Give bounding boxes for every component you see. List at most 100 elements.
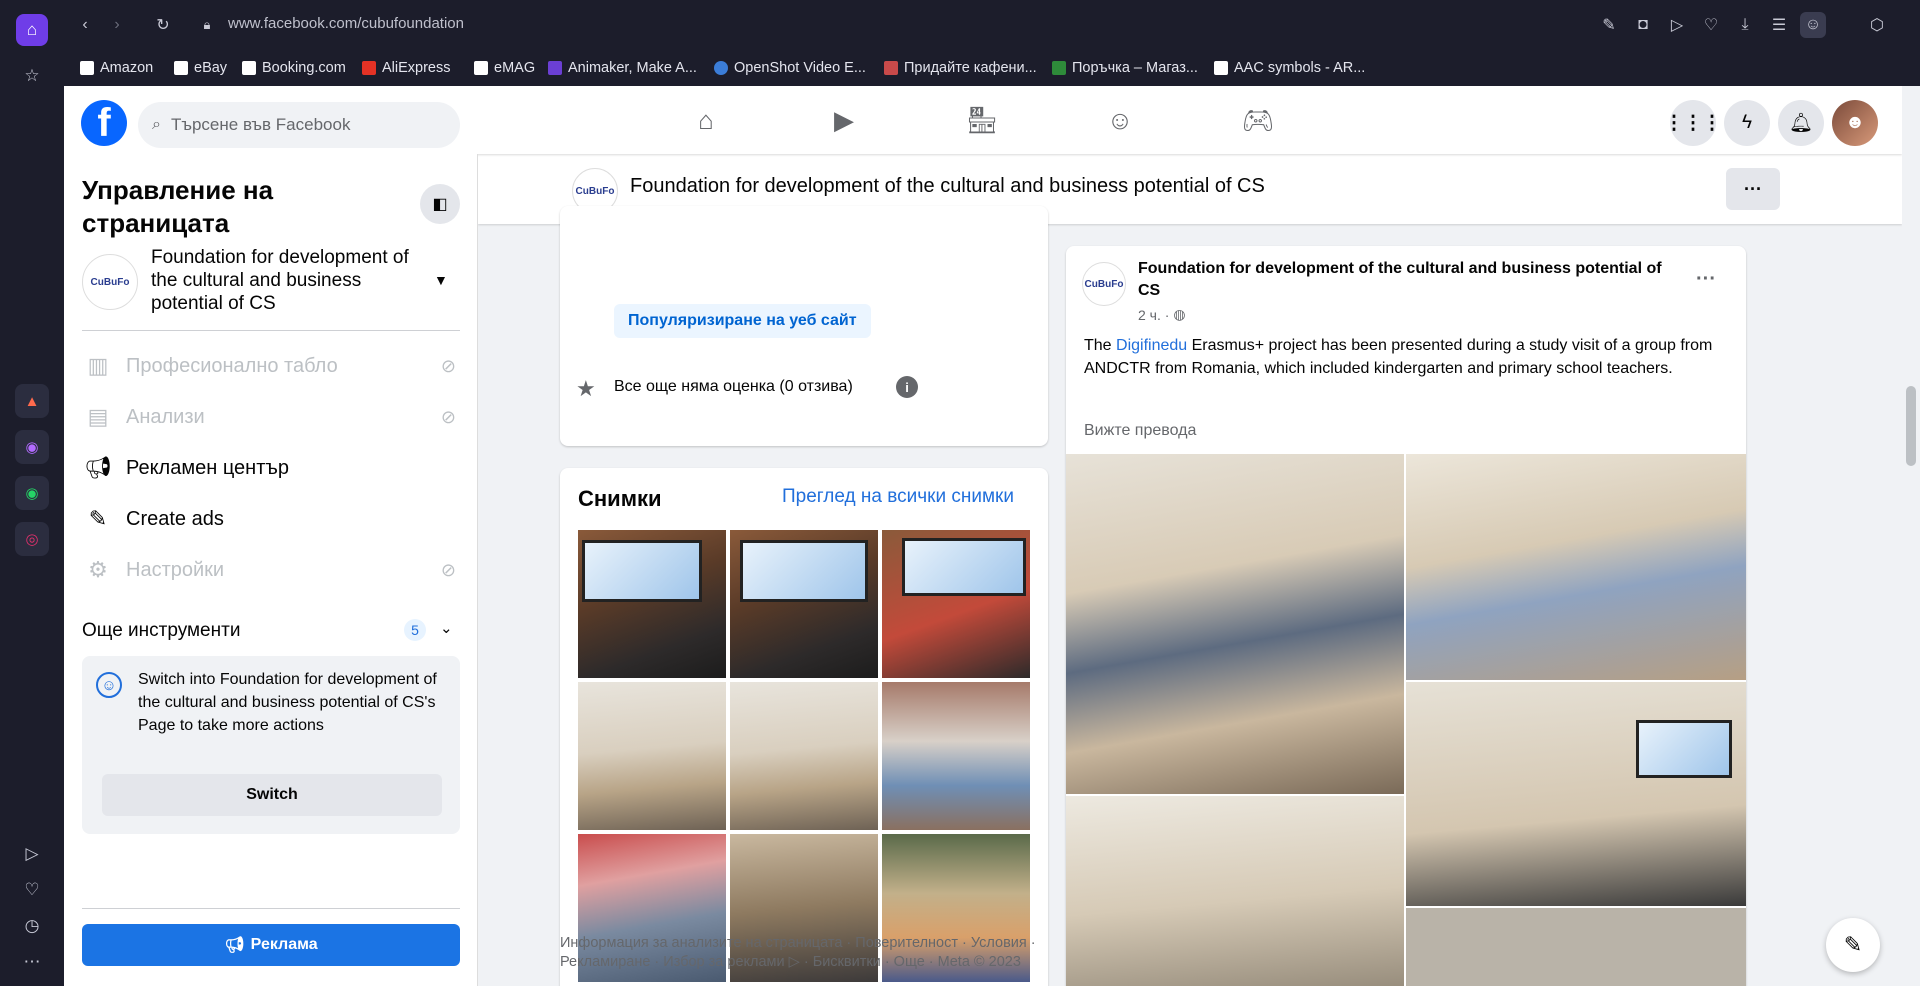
post-photo[interactable] [1406,908,1746,986]
notifications-bell-icon[interactable]: 🔔︎ [1778,100,1824,146]
download-icon[interactable]: ⤓ [1732,12,1758,38]
profile-avatar[interactable]: ☻ [1832,100,1878,146]
whatsapp-icon[interactable]: ◉ [15,476,49,510]
gear-icon: ⚙ [88,557,108,582]
create-ads-item[interactable]: ✎ Create ads [82,499,462,539]
history-icon[interactable]: ◷ [16,910,48,942]
search-icon: ⌕ [152,116,161,133]
collapse-panel-icon[interactable]: ◧ [420,184,460,224]
post-timestamp[interactable]: 2 ч. · ◍ [1138,306,1186,323]
new-message-button[interactable]: ✎ [1826,918,1880,972]
megaphone-icon: 📢︎ [224,937,245,954]
lock-icon[interactable]: 🔒︎ [194,12,220,38]
aria-icon[interactable]: ▲ [15,384,49,418]
photo-thumbnail[interactable] [882,530,1030,678]
video-nav-icon[interactable]: ▶ [816,98,872,142]
marketplace-nav-icon[interactable]: 🏪︎ [954,98,1010,142]
rating-text: Все още няма оценка (0 отзива) [614,378,853,395]
bookmark-item[interactable]: Придайте кафени... [884,58,1037,78]
more-tools-toggle[interactable]: Още инструменти 5 ⌄ [82,616,460,646]
facebook-page: CuBuFo Foundation for development of the… [64,86,1902,986]
facebook-logo-icon[interactable]: f [81,100,127,146]
settings-icon[interactable]: ☰ [1766,12,1792,38]
page-icon [1214,61,1228,75]
groups-nav-icon[interactable]: ☺ [1092,98,1148,142]
panel-title: Управление на страницата [82,175,274,238]
bookmark-item[interactable]: Поръчка – Магаз... [1052,58,1198,78]
messenger-icon[interactable]: ϟ [1724,100,1770,146]
heart-icon[interactable]: ♡ [16,874,48,906]
page-avatar[interactable]: CuBuFo [82,254,138,310]
page-name[interactable]: Foundation for development of the cultur… [151,246,421,315]
forward-icon[interactable]: › [104,12,130,38]
switch-profile-icon: ☺ [96,672,122,698]
bookmarks-bar: Amazon eBay Booking.com AliExpress eMAG … [64,50,1920,86]
bookmark-item[interactable]: AliExpress [362,58,451,78]
home-icon[interactable]: ⌂ [16,14,48,46]
promote-website-button[interactable]: Популяризиране на уеб сайт [614,304,871,338]
post-options-icon[interactable]: ··· [1696,268,1716,291]
page-icon [474,61,488,75]
post-photo[interactable] [1406,682,1746,906]
messenger-icon[interactable]: ◉ [15,430,49,464]
photo-thumbnail[interactable] [730,682,878,830]
disabled-icon: ⊘ [440,559,456,580]
photo-thumbnail[interactable] [578,682,726,830]
gaming-nav-icon[interactable]: 🎮︎ [1230,98,1286,142]
advertise-button[interactable]: 📢︎ Реклама [82,924,460,966]
bookmark-item[interactable]: Animaker, Make A... [548,58,697,78]
scrollbar[interactable] [1902,86,1920,986]
see-translation-link[interactable]: Вижте превода [1084,422,1196,440]
photo-thumbnail[interactable] [578,530,726,678]
camera-icon[interactable]: ◘ [1630,12,1656,38]
send-icon[interactable]: ▷ [1664,12,1690,38]
info-icon[interactable]: i [896,376,918,398]
profile-icon[interactable]: ☺ [1800,12,1826,38]
bookmark-item[interactable]: AAC symbols - AR... [1214,58,1365,78]
more-icon[interactable]: ⋯ [16,946,48,978]
bookmark-item[interactable]: eMAG [474,58,535,78]
photo-thumbnail[interactable] [882,682,1030,830]
bookmark-item[interactable]: eBay [174,58,227,78]
intro-card: Популяризиране на уеб сайт ★ Все още ням… [560,206,1048,446]
search-input[interactable]: ⌕ Търсене във Facebook [138,102,460,148]
address-bar: ‹ › ↻ 🔒︎ www.facebook.com/cubufoundation… [64,0,1920,50]
reload-icon[interactable]: ↻ [150,12,176,38]
bookmark-item[interactable]: OpenShot Video E... [714,58,866,78]
switch-button[interactable]: Switch [102,774,442,816]
insights-item[interactable]: ▤ Анализи ⊘ [82,397,462,437]
menu-grid-icon[interactable]: ⋮⋮⋮ [1665,100,1722,146]
heart-icon[interactable]: ♡ [1698,12,1724,38]
settings-item[interactable]: ⚙ Настройки ⊘ [82,550,462,590]
amazon-icon [80,61,94,75]
bookmark-item[interactable]: Booking.com [242,58,346,78]
player-icon[interactable]: ▷ [16,838,48,870]
footer-line[interactable]: Информация за анализите на страницата · … [560,934,1036,953]
hashtag-link[interactable]: Digifinedu [1116,337,1187,354]
post-author-avatar[interactable]: CuBuFo [1082,262,1126,306]
disabled-icon: ⊘ [440,406,456,427]
professional-dashboard-item[interactable]: ▥ Професионално табло ⊘ [82,346,462,386]
post-author[interactable]: Foundation for development of the cultur… [1138,258,1678,302]
footer-links[interactable]: Информация за анализите на страницата · … [560,934,1036,972]
home-nav-icon[interactable]: ⌂ [678,98,734,142]
cube-icon[interactable]: ⬡ [1864,12,1890,38]
see-all-photos-link[interactable]: Преглед на всички снимки [782,486,1014,508]
page-content: CuBuFo Foundation for development of the… [478,86,1902,986]
ad-center-item[interactable]: 📢︎ Рекламен център [82,448,462,488]
instagram-icon[interactable]: ◎ [15,522,49,556]
page-title[interactable]: Foundation for development of the cultur… [630,175,1265,198]
post-photo[interactable] [1066,454,1404,794]
bookmark-item[interactable]: Amazon [80,58,153,78]
post-photo[interactable] [1406,454,1746,680]
dropdown-caret-icon[interactable]: ▼ [434,272,448,288]
footer-line[interactable]: Рекламиране · Избор за реклами ▷ · Бискв… [560,953,1036,972]
scrollbar-thumb[interactable] [1906,386,1916,466]
back-icon[interactable]: ‹ [72,12,98,38]
edit-icon[interactable]: ✎ [1596,12,1622,38]
star-icon[interactable]: ☆ [16,60,48,92]
photo-thumbnail[interactable] [730,530,878,678]
more-options-button[interactable]: ··· [1726,168,1780,210]
url-field[interactable]: www.facebook.com/cubufoundation [228,15,464,32]
post-photo[interactable] [1066,796,1404,986]
